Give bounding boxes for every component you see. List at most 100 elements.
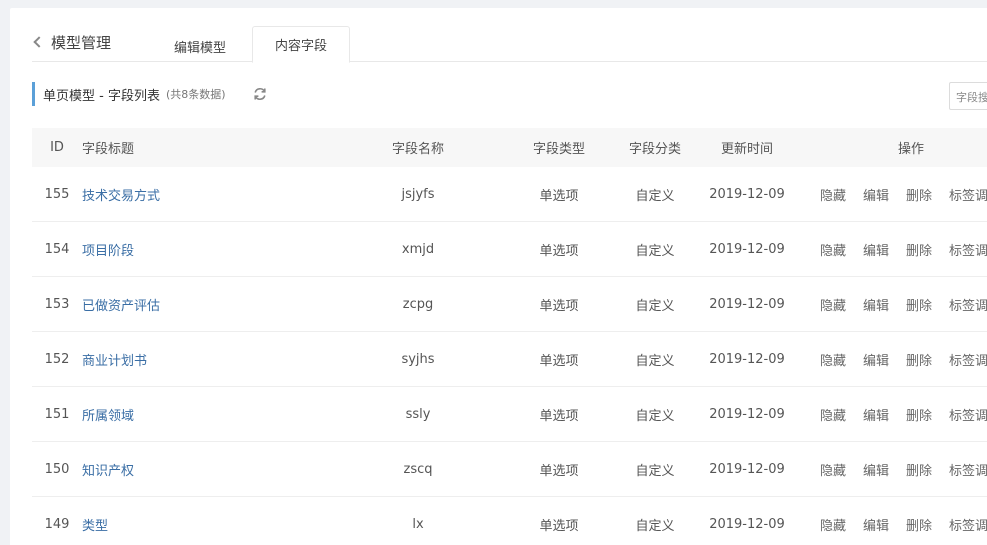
edit-button[interactable]: 编辑 (863, 244, 889, 259)
row-field-type: 单选项 (539, 408, 579, 424)
delete-button[interactable]: 删除 (906, 189, 932, 204)
fields-table: ID 字段标题 字段名称 字段类型 字段分类 更新时间 操作 155 技术交易方式… (32, 128, 987, 545)
delete-button[interactable]: 删除 (906, 354, 932, 369)
tag-call-button[interactable]: 标签调 (949, 189, 987, 204)
table-row: 154 项目阶段 xmjd 单选项 自定义 2019-12-09 隐藏 编辑 删除 标签调 (32, 222, 987, 277)
back-label: 模型管理 (51, 33, 112, 52)
row-field-type: 单选项 (539, 243, 579, 259)
delete-button[interactable]: 删除 (906, 244, 932, 259)
col-ops: 操作 (898, 142, 925, 157)
col-id: ID (50, 140, 64, 155)
row-actions: 隐藏 编辑 删除 标签调 (820, 185, 987, 204)
row-field-category: 自定义 (635, 188, 675, 204)
row-title-link[interactable]: 类型 (82, 515, 108, 534)
table-row: 153 已做资产评估 zcpg 单选项 自定义 2019-12-09 隐藏 编辑 删除 标签调 (32, 277, 987, 332)
delete-button[interactable]: 删除 (906, 519, 932, 534)
hide-button[interactable]: 隐藏 (820, 409, 846, 424)
table-row: 150 知识产权 zscq 单选项 自定义 2019-12-09 隐藏 编辑 删除 标签调 (32, 442, 987, 497)
edit-button[interactable]: 编辑 (863, 409, 889, 424)
row-title-link[interactable]: 商业计划书 (82, 350, 147, 369)
row-field-category: 自定义 (635, 243, 675, 259)
row-updated: 2019-12-09 (709, 351, 785, 367)
row-field-type: 单选项 (539, 353, 579, 369)
tab-edit-model[interactable]: 编辑模型 (152, 28, 248, 64)
row-updated: 2019-12-09 (709, 186, 785, 202)
hide-button[interactable]: 隐藏 (820, 464, 846, 479)
edit-button[interactable]: 编辑 (863, 519, 889, 534)
row-title-link[interactable]: 技术交易方式 (82, 185, 160, 204)
hide-button[interactable]: 隐藏 (820, 354, 846, 369)
row-field-name: lx (412, 516, 424, 532)
table-row: 155 技术交易方式 jsjyfs 单选项 自定义 2019-12-09 隐藏 编辑 删除 标签调 (32, 167, 987, 222)
tag-call-button[interactable]: 标签调 (949, 299, 987, 314)
row-actions: 隐藏 编辑 删除 标签调 (820, 240, 987, 259)
row-field-name: ssly (405, 406, 431, 422)
row-id: 154 (44, 241, 70, 257)
row-field-name: syjhs (401, 351, 435, 367)
hide-button[interactable]: 隐藏 (820, 189, 846, 204)
table-row: 149 类型 lx 单选项 自定义 2019-12-09 隐藏 编辑 删除 标签调 (32, 497, 987, 545)
table-body: 155 技术交易方式 jsjyfs 单选项 自定义 2019-12-09 隐藏 编辑 删除 标签调… (32, 167, 987, 545)
row-field-name: zscq (403, 461, 433, 477)
tab-content-fields[interactable]: 内容字段 (252, 26, 350, 63)
row-title-link[interactable]: 已做资产评估 (82, 295, 160, 314)
tag-call-button[interactable]: 标签调 (949, 244, 987, 259)
hide-button[interactable]: 隐藏 (820, 244, 846, 259)
col-type: 字段类型 (532, 142, 585, 157)
col-title: 字段标题 (82, 142, 135, 157)
delete-button[interactable]: 删除 (906, 464, 932, 479)
row-id: 149 (44, 516, 70, 532)
tag-call-button[interactable]: 标签调 (949, 409, 987, 424)
row-title-link[interactable]: 项目阶段 (82, 240, 134, 259)
search-input[interactable]: 字段搜 (949, 82, 987, 110)
table-row: 152 商业计划书 syjhs 单选项 自定义 2019-12-09 隐藏 编辑 删除 标签调 (32, 332, 987, 387)
row-title-link[interactable]: 知识产权 (82, 460, 134, 479)
tag-call-button[interactable]: 标签调 (949, 354, 987, 369)
tab-header: 模型管理 编辑模型 内容字段 (32, 26, 987, 64)
row-id: 151 (44, 406, 70, 422)
refresh-icon[interactable] (253, 87, 267, 101)
tag-call-button[interactable]: 标签调 (949, 464, 987, 479)
delete-button[interactable]: 删除 (906, 299, 932, 314)
row-field-type: 单选项 (539, 463, 579, 479)
row-title-link[interactable]: 所属领域 (82, 405, 134, 424)
edit-button[interactable]: 编辑 (863, 189, 889, 204)
row-id: 152 (44, 351, 70, 367)
row-actions: 隐藏 编辑 删除 标签调 (820, 405, 987, 424)
col-name: 字段名称 (391, 142, 444, 157)
row-field-type: 单选项 (539, 298, 579, 314)
row-updated: 2019-12-09 (709, 296, 785, 312)
row-updated: 2019-12-09 (709, 461, 785, 477)
row-field-category: 自定义 (635, 463, 675, 479)
row-actions: 隐藏 编辑 删除 标签调 (820, 295, 987, 314)
edit-button[interactable]: 编辑 (863, 299, 889, 314)
row-field-category: 自定义 (635, 408, 675, 424)
col-updated: 更新时间 (720, 142, 773, 157)
row-id: 155 (44, 186, 70, 202)
edit-button[interactable]: 编辑 (863, 464, 889, 479)
row-field-name: jsjyfs (401, 186, 435, 202)
row-updated: 2019-12-09 (709, 241, 785, 257)
section-title-text: 单页模型 - 字段列表 (43, 88, 160, 104)
row-field-category: 自定义 (635, 518, 675, 534)
row-actions: 隐藏 编辑 删除 标签调 (820, 515, 987, 534)
row-actions: 隐藏 编辑 删除 标签调 (820, 350, 987, 369)
row-field-name: xmjd (401, 241, 435, 257)
row-updated: 2019-12-09 (709, 516, 785, 532)
row-id: 153 (44, 296, 70, 312)
tag-call-button[interactable]: 标签调 (949, 519, 987, 534)
edit-button[interactable]: 编辑 (863, 354, 889, 369)
back-link[interactable]: 模型管理 (32, 28, 111, 56)
hide-button[interactable]: 隐藏 (820, 299, 846, 314)
hide-button[interactable]: 隐藏 (820, 519, 846, 534)
table-header: ID 字段标题 字段名称 字段类型 字段分类 更新时间 操作 (32, 128, 987, 167)
row-field-type: 单选项 (539, 188, 579, 204)
row-field-category: 自定义 (635, 353, 675, 369)
section-title: 单页模型 - 字段列表 (共8条数据) (32, 82, 226, 106)
row-field-type: 单选项 (539, 518, 579, 534)
col-category: 字段分类 (628, 142, 681, 157)
row-field-name: zcpg (402, 296, 434, 312)
row-actions: 隐藏 编辑 删除 标签调 (820, 460, 987, 479)
delete-button[interactable]: 删除 (906, 409, 932, 424)
table-row: 151 所属领域 ssly 单选项 自定义 2019-12-09 隐藏 编辑 删除 标签调 (32, 387, 987, 442)
